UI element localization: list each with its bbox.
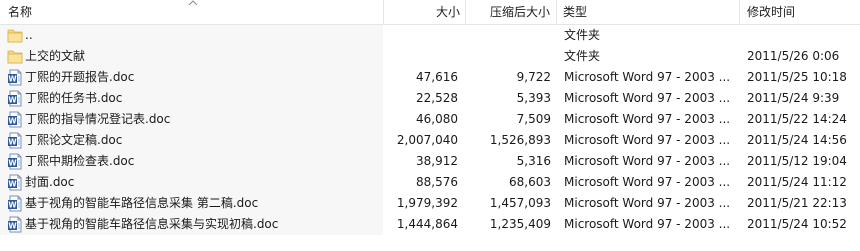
word-doc-icon: W bbox=[8, 195, 22, 212]
column-header-bar: 名称 大小 压缩后大小 类型 修改时间 bbox=[0, 0, 860, 25]
file-size bbox=[384, 25, 458, 46]
folder-icon bbox=[7, 50, 23, 64]
file-modified: 2011/5/22 14:24 bbox=[747, 112, 847, 126]
file-size: 22,528 bbox=[416, 91, 458, 105]
svg-text:W: W bbox=[8, 138, 17, 147]
file-compressed-size: 5,316 bbox=[516, 154, 551, 168]
file-type: Microsoft Word 97 - 2003 ... bbox=[564, 112, 731, 126]
file-compressed-size: 9,722 bbox=[516, 70, 551, 84]
column-header-size[interactable]: 大小 bbox=[384, 0, 460, 24]
file-type: 文件夹 bbox=[564, 49, 601, 63]
file-name: 封面.doc bbox=[25, 175, 75, 189]
file-modified: 2011/5/25 10:18 bbox=[747, 70, 847, 84]
svg-text:W: W bbox=[8, 96, 17, 105]
file-row[interactable]: W 丁熙论文定稿.doc 2,007,040 1,526,893 Microsoft W… bbox=[0, 130, 860, 151]
file-row[interactable]: W 封面.doc 88,576 68,603 Microsoft Word 97 - 2… bbox=[0, 172, 860, 193]
file-row[interactable]: W 丁熙的开题报告.doc 47,616 9,722 Microsoft Word 97… bbox=[0, 67, 860, 88]
file-type: Microsoft Word 97 - 2003 ... bbox=[564, 217, 731, 231]
file-modified: 2011/5/24 11:12 bbox=[747, 175, 847, 189]
file-row[interactable]: W 丁熙中期检查表.doc 38,912 5,316 Microsoft Word 97… bbox=[0, 151, 860, 172]
word-doc-icon: W bbox=[8, 111, 22, 128]
file-name: 丁熙论文定稿.doc bbox=[25, 133, 123, 147]
file-name: 基于视角的智能车路径信息采集与实现初稿.doc bbox=[25, 217, 279, 231]
file-name: 丁熙中期检查表.doc bbox=[25, 154, 135, 168]
column-header-compressed-size[interactable]: 压缩后大小 bbox=[466, 0, 550, 24]
svg-text:W: W bbox=[8, 75, 17, 84]
file-compressed-size: 1,457,093 bbox=[489, 196, 551, 210]
file-row[interactable]: W 基于视角的智能车路径信息采集 第二稿.doc 1,979,392 1,457,09… bbox=[0, 193, 860, 214]
folder-up-icon bbox=[7, 29, 23, 43]
file-compressed-size: 1,526,893 bbox=[489, 133, 551, 147]
word-doc-icon: W bbox=[8, 132, 22, 149]
svg-text:W: W bbox=[8, 180, 17, 189]
word-doc-icon: W bbox=[8, 174, 22, 191]
file-type: Microsoft Word 97 - 2003 ... bbox=[564, 133, 731, 147]
column-header-type[interactable]: 类型 bbox=[563, 0, 733, 24]
file-row[interactable]: 上交的文献 文件夹 2011/5/26 0:06 bbox=[0, 46, 860, 67]
file-name: 丁熙的指导情况登记表.doc bbox=[25, 112, 171, 126]
word-doc-icon: W bbox=[8, 153, 22, 170]
file-row[interactable]: W 丁熙的指导情况登记表.doc 46,080 7,509 Microsoft Word… bbox=[0, 109, 860, 130]
file-type: Microsoft Word 97 - 2003 ... bbox=[564, 154, 731, 168]
file-size: 88,576 bbox=[416, 175, 458, 189]
file-size: 1,444,864 bbox=[396, 217, 458, 231]
column-divider[interactable] bbox=[739, 0, 740, 24]
file-size: 1,979,392 bbox=[396, 196, 458, 210]
file-name: 丁熙的开题报告.doc bbox=[25, 70, 135, 84]
word-doc-icon: W bbox=[8, 216, 22, 233]
file-compressed-size: 5,393 bbox=[516, 91, 551, 105]
column-header-modified[interactable]: 修改时间 bbox=[747, 0, 857, 24]
file-size bbox=[384, 46, 458, 67]
svg-text:W: W bbox=[8, 117, 17, 126]
file-type: Microsoft Word 97 - 2003 ... bbox=[564, 91, 731, 105]
file-name: 上交的文献 bbox=[25, 49, 86, 63]
file-size: 47,616 bbox=[416, 70, 458, 84]
svg-text:W: W bbox=[8, 159, 17, 168]
word-doc-icon: W bbox=[8, 90, 22, 107]
file-row[interactable]: W 丁熙的任务书.doc 22,528 5,393 Microsoft Word 97 … bbox=[0, 88, 860, 109]
file-size: 46,080 bbox=[416, 112, 458, 126]
file-row[interactable]: W 基于视角的智能车路径信息采集与实现初稿.doc 1,444,864 1,235,4… bbox=[0, 214, 860, 235]
file-type: 文件夹 bbox=[564, 28, 601, 42]
file-size: 2,007,040 bbox=[396, 133, 458, 147]
svg-text:W: W bbox=[8, 201, 17, 210]
file-compressed-size: 1,235,409 bbox=[489, 217, 551, 231]
svg-text:W: W bbox=[8, 222, 17, 231]
file-compressed-size bbox=[466, 46, 551, 67]
word-doc-icon: W bbox=[8, 69, 22, 86]
file-modified: 2011/5/12 19:04 bbox=[747, 154, 847, 168]
file-type: Microsoft Word 97 - 2003 ... bbox=[564, 175, 731, 189]
name-column-shade bbox=[0, 25, 383, 46]
file-modified: 2011/5/21 22:13 bbox=[747, 196, 847, 210]
column-header-name[interactable]: 名称 bbox=[8, 0, 178, 24]
file-compressed-size: 68,603 bbox=[509, 175, 551, 189]
file-modified: 2011/5/24 9:39 bbox=[747, 91, 840, 105]
file-row[interactable]: .. 文件夹 bbox=[0, 25, 860, 46]
file-modified: 2011/5/24 10:52 bbox=[747, 217, 847, 231]
file-name: 丁熙的任务书.doc bbox=[25, 91, 123, 105]
file-type: Microsoft Word 97 - 2003 ... bbox=[564, 196, 731, 210]
column-divider[interactable] bbox=[556, 0, 557, 24]
file-size: 38,912 bbox=[416, 154, 458, 168]
sort-ascending-icon bbox=[188, 0, 198, 6]
file-modified bbox=[747, 25, 860, 46]
file-compressed-size bbox=[466, 25, 551, 46]
file-type: Microsoft Word 97 - 2003 ... bbox=[564, 70, 731, 84]
file-modified: 2011/5/26 0:06 bbox=[747, 49, 840, 63]
file-name: 基于视角的智能车路径信息采集 第二稿.doc bbox=[25, 196, 259, 210]
file-compressed-size: 7,509 bbox=[516, 112, 551, 126]
file-modified: 2011/5/24 14:56 bbox=[747, 133, 847, 147]
file-name: .. bbox=[25, 28, 33, 42]
